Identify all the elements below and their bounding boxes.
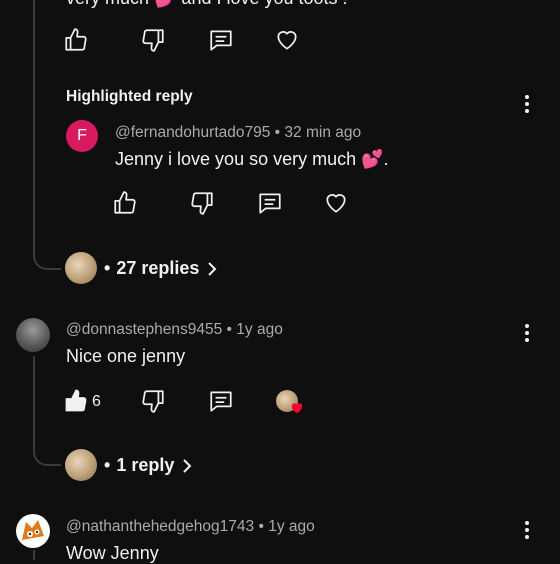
like-icon[interactable] xyxy=(112,190,138,216)
replier-avatar[interactable] xyxy=(65,449,97,481)
thread-line xyxy=(33,0,35,250)
more-options-icon[interactable] xyxy=(523,95,531,115)
avatar[interactable]: F xyxy=(66,120,98,152)
more-options-icon[interactable] xyxy=(523,324,531,344)
fox-character-icon xyxy=(22,520,44,540)
thread-connector xyxy=(33,444,61,466)
more-options-icon[interactable] xyxy=(523,521,531,541)
thread-line xyxy=(33,550,35,560)
view-replies-button[interactable]: • 1 reply xyxy=(104,455,194,476)
comment-text: Wow Jenny xyxy=(66,543,159,563)
meta-separator: • xyxy=(104,258,111,278)
like-filled-icon[interactable] xyxy=(63,388,89,414)
author-handle[interactable]: @nathanthehedgehog1743 xyxy=(66,518,254,535)
like-icon[interactable] xyxy=(63,27,89,53)
meta-separator: • xyxy=(274,124,281,141)
reply-icon[interactable] xyxy=(208,388,234,414)
heart-icon[interactable] xyxy=(323,190,349,216)
comment-time[interactable]: 1y ago xyxy=(236,321,283,338)
comment-time[interactable]: 32 min ago xyxy=(284,124,361,141)
meta-separator: • xyxy=(226,321,232,338)
avatar[interactable] xyxy=(16,514,50,548)
avatar[interactable] xyxy=(16,318,50,352)
replier-avatar[interactable] xyxy=(65,252,97,284)
meta-separator: • xyxy=(258,518,264,535)
comment-text: very much 💕 and I love you toots ! xyxy=(66,0,348,9)
chevron-right-icon xyxy=(205,261,219,277)
comment-meta: @donnastephens9455 • 1y ago xyxy=(66,321,283,339)
replies-count: 27 replies xyxy=(116,258,200,278)
dislike-icon[interactable] xyxy=(140,388,166,414)
thread-connector xyxy=(33,248,61,270)
thread-line xyxy=(33,356,35,446)
like-count: 6 xyxy=(92,393,101,410)
reply-icon[interactable] xyxy=(257,190,283,216)
highlighted-reply-label: Highlighted reply xyxy=(66,88,193,105)
dislike-icon[interactable] xyxy=(189,190,215,216)
heart-icon[interactable] xyxy=(274,27,300,53)
author-handle[interactable]: @donnastephens9455 xyxy=(66,321,222,338)
dislike-icon[interactable] xyxy=(140,27,166,53)
comment-meta: @fernandohurtado795 • 32 min ago xyxy=(115,124,361,142)
comment-meta: @nathanthehedgehog1743 • 1y ago xyxy=(66,518,315,536)
replies-count: 1 reply xyxy=(116,455,175,475)
chevron-right-icon xyxy=(180,458,194,474)
reply-icon[interactable] xyxy=(208,27,234,53)
view-replies-button[interactable]: • 27 replies xyxy=(104,258,219,279)
comment-time[interactable]: 1y ago xyxy=(268,518,315,535)
heart-badge-icon xyxy=(290,401,304,415)
author-handle[interactable]: @fernandohurtado795 xyxy=(115,124,270,141)
comment-text: Nice one jenny xyxy=(66,346,186,366)
comment-text: Jenny i love you so very much 💕. xyxy=(115,149,389,169)
meta-separator: • xyxy=(104,455,111,475)
avatar-letter: F xyxy=(77,127,87,144)
